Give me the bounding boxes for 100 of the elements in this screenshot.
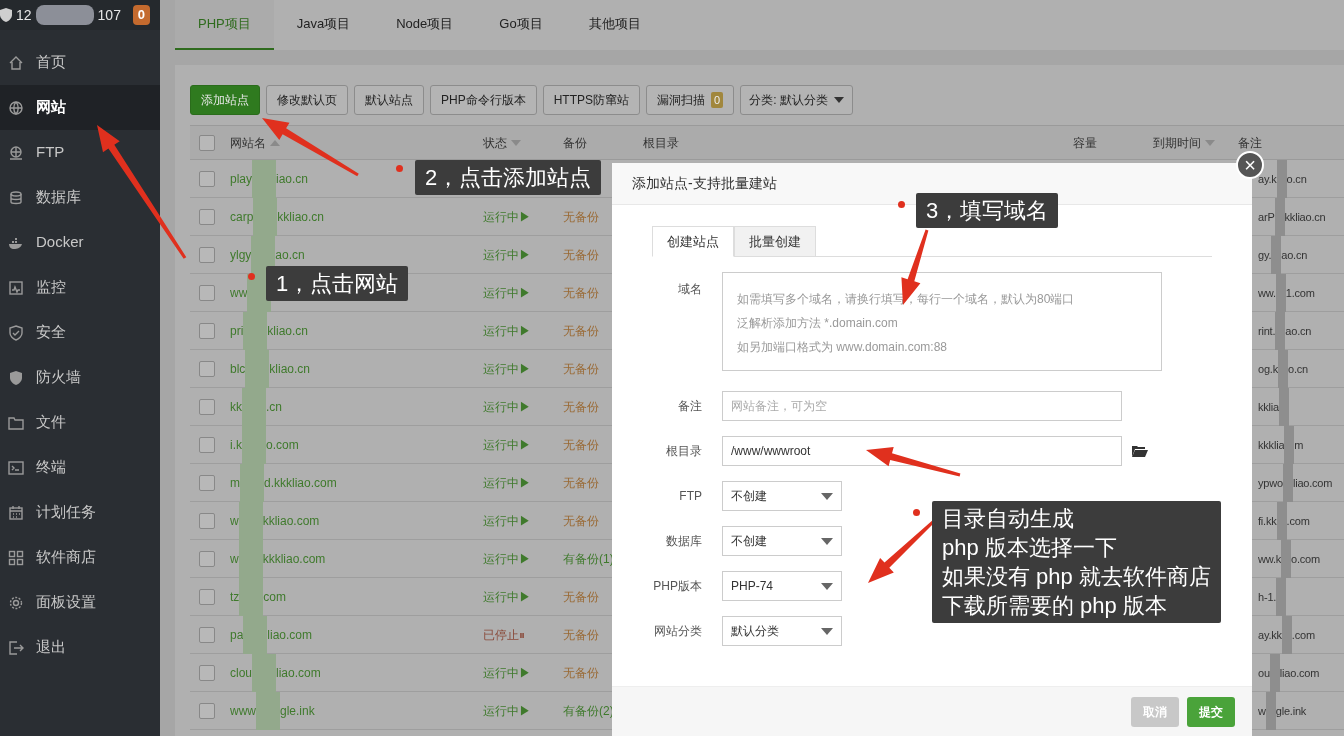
site-name[interactable]: iao.cn <box>276 170 309 188</box>
project-tab[interactable]: Go项目 <box>476 0 566 50</box>
column-header[interactable]: 备注 <box>1238 133 1262 152</box>
site-name[interactable]: ylgy <box>230 246 252 264</box>
column-header[interactable]: 容量 <box>1073 133 1097 152</box>
site-status[interactable]: 运行中▶ <box>483 590 531 604</box>
toolbar-button[interactable]: 漏洞扫描 0 <box>646 85 735 115</box>
select-field[interactable]: PHP-74 <box>722 571 842 601</box>
site-status[interactable]: 运行中▶ <box>483 552 531 566</box>
column-header[interactable]: 备份 <box>563 133 587 152</box>
site-name[interactable]: www <box>230 702 256 720</box>
site-status[interactable]: 运行中▶ <box>483 324 531 338</box>
site-status[interactable]: 运行中▶ <box>483 666 531 680</box>
backup-status[interactable]: 无备份 <box>563 590 599 604</box>
project-tab[interactable]: PHP项目 <box>175 0 274 50</box>
toolbar-button[interactable]: 添加站点 <box>190 85 260 115</box>
row-checkbox[interactable] <box>199 285 215 301</box>
toolbar-button[interactable]: 默认站点 <box>354 85 424 115</box>
backup-status[interactable]: 无备份 <box>563 628 599 642</box>
sidebar-item[interactable]: 面板设置 <box>0 580 160 625</box>
site-name[interactable]: liao.com <box>267 626 313 644</box>
dialog-tab[interactable]: 创建站点 <box>652 226 734 257</box>
site-status[interactable]: 运行中▶ <box>483 362 531 376</box>
site-name[interactable]: blc <box>230 360 246 378</box>
row-checkbox[interactable] <box>199 361 215 377</box>
select-field[interactable]: 默认分类 <box>722 616 842 646</box>
row-checkbox[interactable] <box>199 209 215 225</box>
backup-status[interactable]: 无备份 <box>563 248 599 262</box>
category-dropdown[interactable]: 分类: 默认分类 <box>740 85 853 115</box>
backup-status[interactable]: 无备份 <box>563 286 599 300</box>
site-status[interactable]: 运行中▶ <box>483 210 531 224</box>
dialog-tab[interactable]: 批量创建 <box>734 226 816 257</box>
site-name[interactable]: liao.com <box>276 664 321 682</box>
site-name[interactable]: ww <box>230 284 248 302</box>
site-status[interactable]: 运行中▶ <box>483 438 531 452</box>
site-name[interactable]: ao.cn <box>275 246 305 264</box>
path-field[interactable]: /www/wwwroot <box>722 436 1122 466</box>
row-checkbox[interactable] <box>199 171 215 187</box>
row-checkbox[interactable] <box>199 323 215 339</box>
site-name[interactable]: w <box>230 512 239 530</box>
row-checkbox[interactable] <box>199 665 215 681</box>
site-name[interactable]: carp <box>230 208 254 226</box>
backup-status[interactable]: 无备份 <box>563 400 599 414</box>
sidebar-item[interactable]: 首页 <box>0 40 160 85</box>
sidebar-item[interactable]: 安全 <box>0 310 160 355</box>
column-header[interactable]: 根目录 <box>643 133 679 152</box>
sidebar-item[interactable]: 监控 <box>0 265 160 310</box>
site-name[interactable]: .cn <box>266 398 282 416</box>
sidebar-item[interactable]: 软件商店 <box>0 535 160 580</box>
column-header[interactable]: 到期时间 <box>1153 133 1201 152</box>
site-status[interactable]: 运行中▶ <box>483 476 531 490</box>
site-name[interactable]: kkliao.cn <box>277 208 325 226</box>
site-name[interactable]: clou <box>230 664 252 682</box>
select-field[interactable]: 不创建 <box>722 481 842 511</box>
toolbar-button[interactable]: HTTPS防窜站 <box>542 85 641 115</box>
site-status[interactable]: 运行中▶ <box>483 286 531 300</box>
row-checkbox[interactable] <box>199 475 215 491</box>
site-name[interactable]: kliao.cn <box>267 322 309 340</box>
sidebar-item[interactable]: 计划任务 <box>0 490 160 535</box>
row-checkbox[interactable] <box>199 589 215 605</box>
sidebar-item[interactable]: FTP <box>0 130 160 175</box>
submit-button[interactable]: 提交 <box>1187 697 1235 727</box>
backup-status[interactable]: 无备份 <box>563 514 599 528</box>
site-status[interactable]: 运行中▶ <box>483 248 531 262</box>
column-header[interactable]: 状态 <box>483 133 507 152</box>
row-checkbox[interactable] <box>199 551 215 567</box>
sidebar-item[interactable]: 数据库 <box>0 175 160 220</box>
row-checkbox[interactable] <box>199 437 215 453</box>
row-checkbox[interactable] <box>199 513 215 529</box>
site-name[interactable]: gle.ink <box>280 702 315 720</box>
site-name[interactable]: w <box>230 550 239 568</box>
sidebar-item[interactable]: 退出 <box>0 625 160 670</box>
site-name[interactable]: o.com <box>266 436 299 454</box>
site-name[interactable]: m <box>230 474 240 492</box>
site-name[interactable]: pa <box>230 626 244 644</box>
site-name[interactable]: kliao.cn <box>269 360 311 378</box>
sidebar-item[interactable]: 防火墙 <box>0 355 160 400</box>
toolbar-button[interactable]: PHP命令行版本 <box>430 85 537 115</box>
backup-status[interactable]: 无备份 <box>563 476 599 490</box>
backup-status[interactable]: 无备份 <box>563 362 599 376</box>
site-name[interactable]: kkkliao.com <box>262 550 326 568</box>
project-tab[interactable]: 其他项目 <box>565 0 664 50</box>
backup-status[interactable]: 无备份 <box>563 666 599 680</box>
site-name[interactable]: kk <box>230 398 242 416</box>
site-name[interactable]: pri <box>230 322 244 340</box>
sidebar-item[interactable]: Docker <box>0 220 160 265</box>
row-checkbox[interactable] <box>199 247 215 263</box>
backup-status[interactable]: 无备份 <box>563 438 599 452</box>
row-checkbox[interactable] <box>199 703 215 719</box>
site-status[interactable]: 运行中▶ <box>483 514 531 528</box>
header-checkbox[interactable] <box>199 134 215 151</box>
site-name[interactable]: play <box>230 170 252 188</box>
row-checkbox[interactable] <box>199 399 215 415</box>
site-status[interactable]: 运行中▶ <box>483 400 531 414</box>
folder-icon[interactable] <box>1132 445 1148 457</box>
toolbar-button[interactable]: 修改默认页 <box>266 85 348 115</box>
select-field[interactable]: 不创建 <box>722 526 842 556</box>
site-name[interactable]: com <box>263 588 286 606</box>
site-name[interactable]: tz <box>230 588 240 606</box>
project-tab[interactable]: Node项目 <box>373 0 477 50</box>
